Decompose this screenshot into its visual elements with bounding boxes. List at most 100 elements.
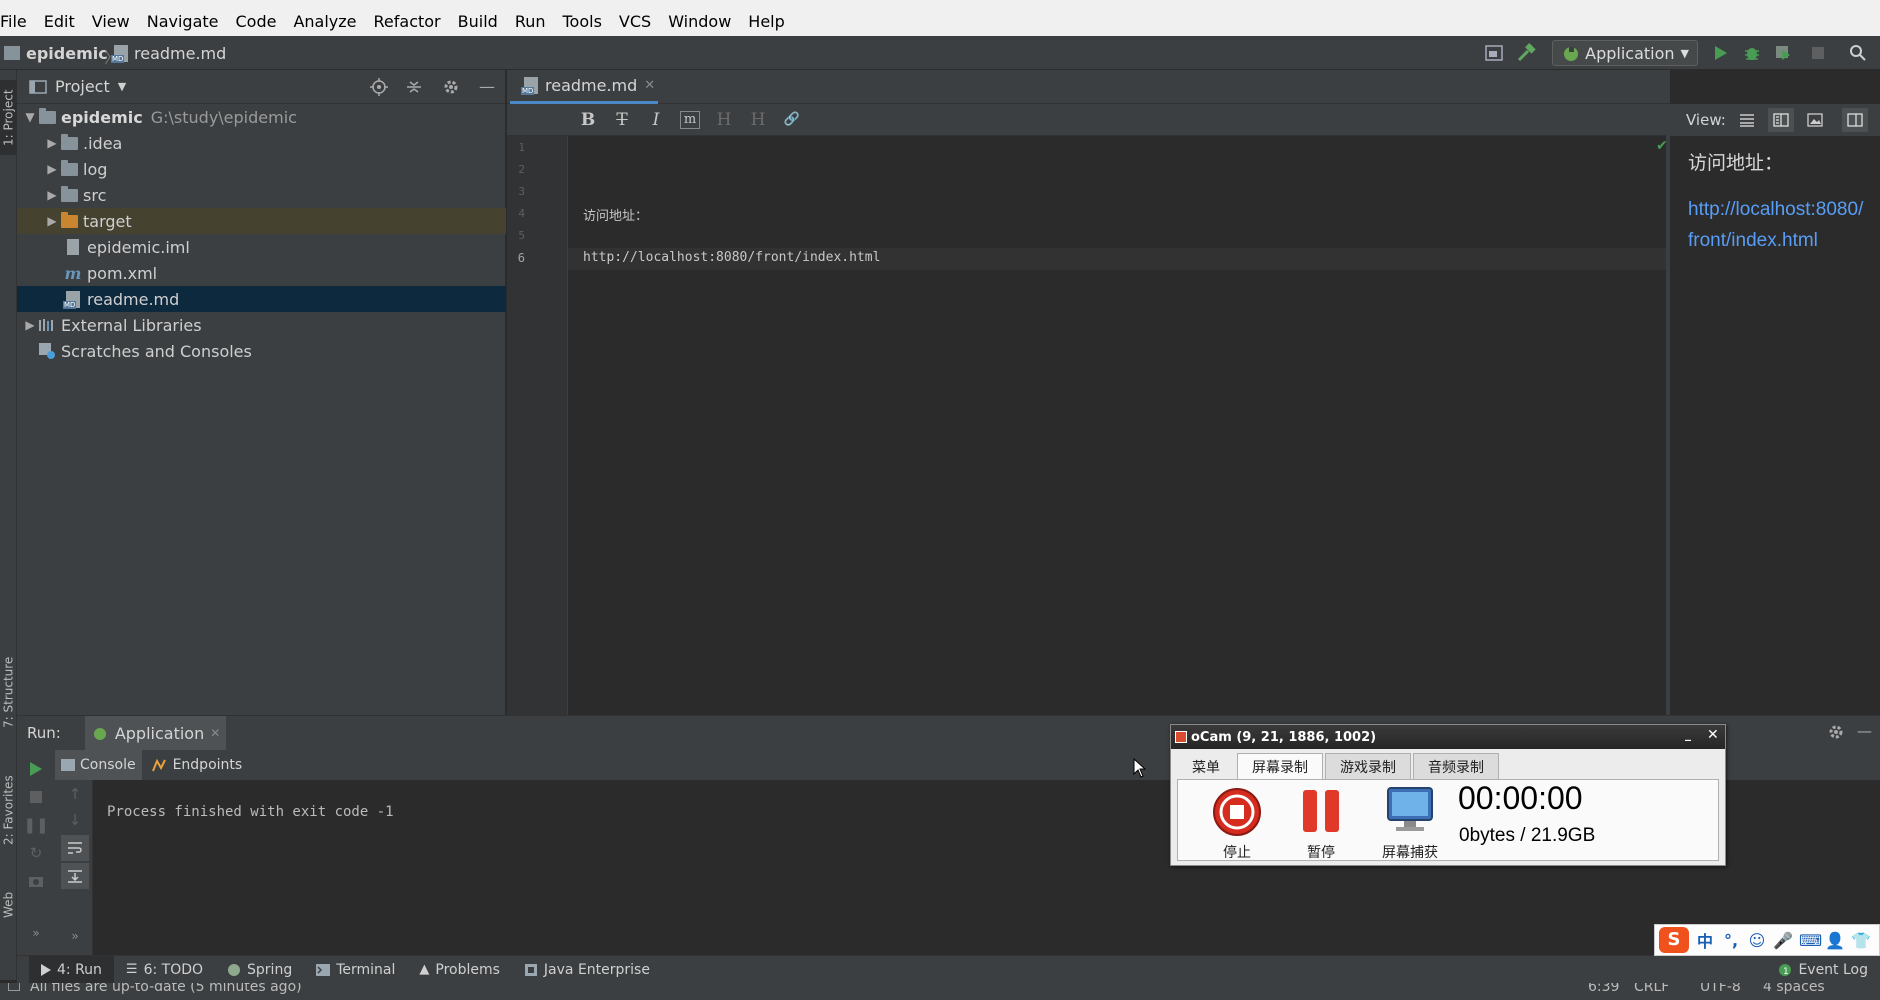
tool-tab-favorites[interactable]: 2: Favorites	[0, 770, 17, 850]
tree-item-readme-md[interactable]: readme.md	[17, 286, 506, 312]
gear-icon[interactable]	[442, 78, 460, 100]
project-panel-title[interactable]: Project	[55, 77, 110, 96]
build-hammer-icon[interactable]	[1515, 42, 1537, 64]
editor-tab-readme[interactable]: readme.md ✕	[510, 70, 658, 104]
arrow-down-icon[interactable]: ↓	[61, 807, 89, 833]
bold-button[interactable]: B	[571, 106, 605, 134]
tool-tab-web[interactable]: Web	[0, 880, 17, 930]
line-separator[interactable]: CRLF	[1634, 983, 1669, 995]
status-toggle-icon[interactable]	[8, 983, 20, 991]
layout-icon[interactable]	[1483, 42, 1505, 64]
close-icon[interactable]: ✕	[210, 726, 220, 740]
split-view-icon[interactable]	[1767, 108, 1794, 132]
menu-view[interactable]: View	[84, 7, 139, 36]
tree-item-log[interactable]: ▶ log	[17, 156, 506, 182]
ocam-capture-button[interactable]: 屏幕捕获	[1375, 780, 1445, 862]
stop-icon[interactable]	[22, 784, 50, 810]
file-encoding[interactable]: UTF-8	[1700, 983, 1741, 995]
tree-root-epidemic[interactable]: ▼ epidemic G:\study\epidemic	[17, 104, 506, 130]
menu-window[interactable]: Window	[660, 7, 740, 36]
caret-position[interactable]: 6:39	[1588, 983, 1619, 995]
pause-icon[interactable]: ❚❚	[22, 812, 50, 838]
menu-help[interactable]: Help	[740, 7, 793, 36]
emoji-icon[interactable]: ☺	[1747, 931, 1767, 950]
more-icon[interactable]: »	[22, 920, 50, 946]
code-editor[interactable]: 访问地址： http://localhost:8080/front/index.…	[568, 136, 1669, 715]
menu-refactor[interactable]: Refactor	[366, 7, 450, 36]
tool-tab-terminal[interactable]: Terminal	[304, 956, 407, 984]
scroll-to-end-icon[interactable]	[61, 863, 89, 889]
italic-button[interactable]: I	[639, 106, 673, 134]
close-icon[interactable]: ✕	[644, 78, 655, 93]
editor-only-icon[interactable]	[1734, 108, 1760, 132]
close-icon[interactable]: ✕	[1707, 727, 1719, 743]
microphone-icon[interactable]: 🎤	[1773, 931, 1793, 950]
tool-tab-java-enterprise[interactable]: Java Enterprise	[512, 956, 662, 984]
tree-item-idea[interactable]: ▶ .idea	[17, 130, 506, 156]
ocam-title-bar[interactable]: oCam (9, 21, 1886, 1002) _ ✕	[1171, 725, 1725, 749]
tool-tab-todo[interactable]: ☰ 6: TODO	[114, 956, 215, 984]
subtab-endpoints[interactable]: Endpoints	[146, 750, 249, 780]
tool-tab-structure[interactable]: 7: Structure	[0, 650, 17, 735]
run-configuration-select[interactable]: Application ▼	[1552, 40, 1698, 66]
skin-icon[interactable]: 👕	[1851, 931, 1871, 950]
ocam-tab-menu[interactable]: 菜单	[1177, 753, 1235, 779]
event-log-button[interactable]: 1 Event Log	[1766, 956, 1880, 984]
heading-decrease-button[interactable]: H	[707, 106, 741, 134]
restore-layout-icon[interactable]: ↻	[22, 840, 50, 866]
stop-icon[interactable]	[1807, 42, 1829, 64]
menu-tools[interactable]: Tools	[555, 7, 611, 36]
preview-link[interactable]: http://localhost:8080/ front/index.html	[1688, 194, 1878, 256]
menu-code[interactable]: Code	[228, 7, 286, 36]
tree-item-src[interactable]: ▶ src	[17, 182, 506, 208]
gear-icon[interactable]	[1827, 723, 1845, 745]
heading-increase-button[interactable]: H	[741, 106, 775, 134]
camera-icon[interactable]	[22, 868, 50, 894]
code-button[interactable]: m	[680, 110, 700, 129]
indent-setting[interactable]: 4 spaces	[1763, 983, 1825, 995]
tree-item-target[interactable]: ▶ target	[17, 208, 506, 234]
strikethrough-button[interactable]: T	[605, 106, 639, 134]
tool-tab-spring[interactable]: Spring	[215, 956, 304, 984]
minimize-icon[interactable]: —	[479, 77, 495, 96]
run-tab-application[interactable]: Application ✕	[84, 716, 227, 750]
user-icon[interactable]: 👤	[1825, 931, 1845, 950]
menu-vcs[interactable]: VCS	[611, 7, 660, 36]
menu-analyze[interactable]: Analyze	[285, 7, 365, 36]
menu-file[interactable]: File	[0, 7, 36, 36]
tool-tab-project[interactable]: 1: Project	[0, 80, 17, 155]
arrow-up-icon[interactable]: ↑	[61, 781, 89, 807]
more-icon[interactable]: »	[61, 923, 89, 949]
tree-item-external-libraries[interactable]: ▶ External Libraries	[17, 312, 506, 338]
ocam-pause-button[interactable]: 暂停	[1286, 780, 1356, 862]
ocam-tab-game-record[interactable]: 游戏录制	[1325, 753, 1411, 779]
menu-build[interactable]: Build	[450, 7, 507, 36]
tool-tab-problems[interactable]: ▲ Problems	[407, 956, 512, 984]
subtab-console[interactable]: Console	[55, 750, 142, 780]
layout-toggle-icon[interactable]	[1841, 108, 1868, 132]
minimize-icon[interactable]: —	[1857, 722, 1872, 740]
ocam-stop-button[interactable]: 停止	[1202, 780, 1272, 862]
ocam-tab-audio-record[interactable]: 音频录制	[1413, 753, 1499, 779]
tool-tab-run[interactable]: 4: Run	[29, 955, 114, 984]
preview-only-icon[interactable]	[1802, 108, 1828, 132]
rerun-icon[interactable]	[22, 756, 50, 782]
ime-punctuation-toggle[interactable]: °,	[1721, 931, 1741, 950]
ime-mode-toggle[interactable]: 中	[1695, 928, 1715, 952]
locate-target-icon[interactable]	[370, 78, 388, 100]
breadcrumb-file[interactable]: readme.md	[111, 36, 226, 70]
run-icon[interactable]	[1710, 42, 1732, 64]
menu-navigate[interactable]: Navigate	[139, 7, 228, 36]
link-icon[interactable]: 🔗	[775, 106, 809, 134]
breadcrumb-project[interactable]: epidemic	[4, 36, 108, 70]
menu-run[interactable]: Run	[507, 7, 555, 36]
sogou-logo-icon[interactable]: S	[1659, 927, 1689, 953]
tree-item-pom-xml[interactable]: m pom.xml	[17, 260, 506, 286]
coverage-icon[interactable]	[1772, 42, 1794, 64]
ocam-tab-screen-record[interactable]: 屏幕录制	[1237, 753, 1323, 779]
search-everywhere-icon[interactable]	[1847, 42, 1869, 64]
debug-bug-icon[interactable]	[1741, 42, 1763, 64]
keyboard-icon[interactable]: ⌨	[1799, 931, 1822, 950]
chevron-down-icon[interactable]: ▼	[118, 80, 126, 93]
collapse-all-icon[interactable]	[405, 78, 423, 100]
